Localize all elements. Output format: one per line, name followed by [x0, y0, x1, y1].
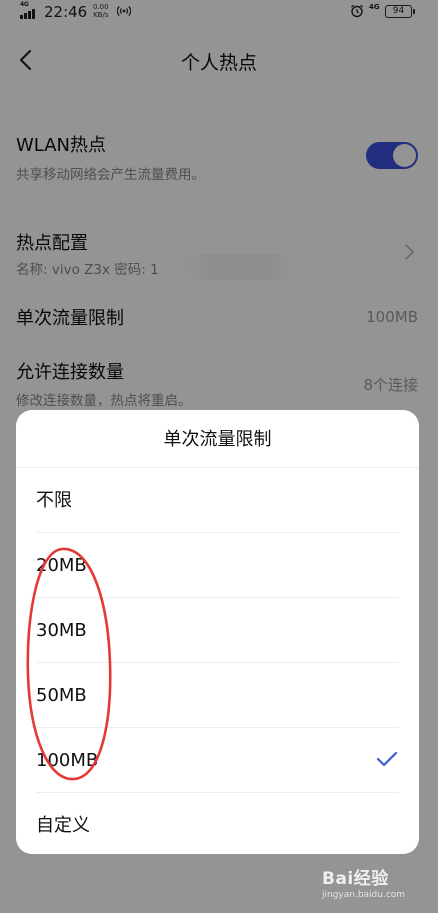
option-unlimited[interactable]: 不限 [16, 468, 419, 533]
baidu-watermark: Bai经验 jingyan.baidu.com [316, 860, 426, 908]
option-label: 不限 [36, 490, 72, 511]
dialog-title: 单次流量限制 [163, 429, 272, 450]
watermark-text: Bai经验 [322, 869, 389, 889]
watermark-url: jingyan.baidu.com [322, 890, 406, 900]
screen: 4G 22:46 0.00 KB/s 4G 94 个人热点 WLAN热点 共享移… [0, 0, 438, 913]
checkmark-icon [376, 751, 398, 767]
option-custom[interactable]: 自定义 [16, 793, 419, 854]
red-annotation-ellipse [26, 547, 112, 781]
option-label: 自定义 [36, 815, 90, 836]
